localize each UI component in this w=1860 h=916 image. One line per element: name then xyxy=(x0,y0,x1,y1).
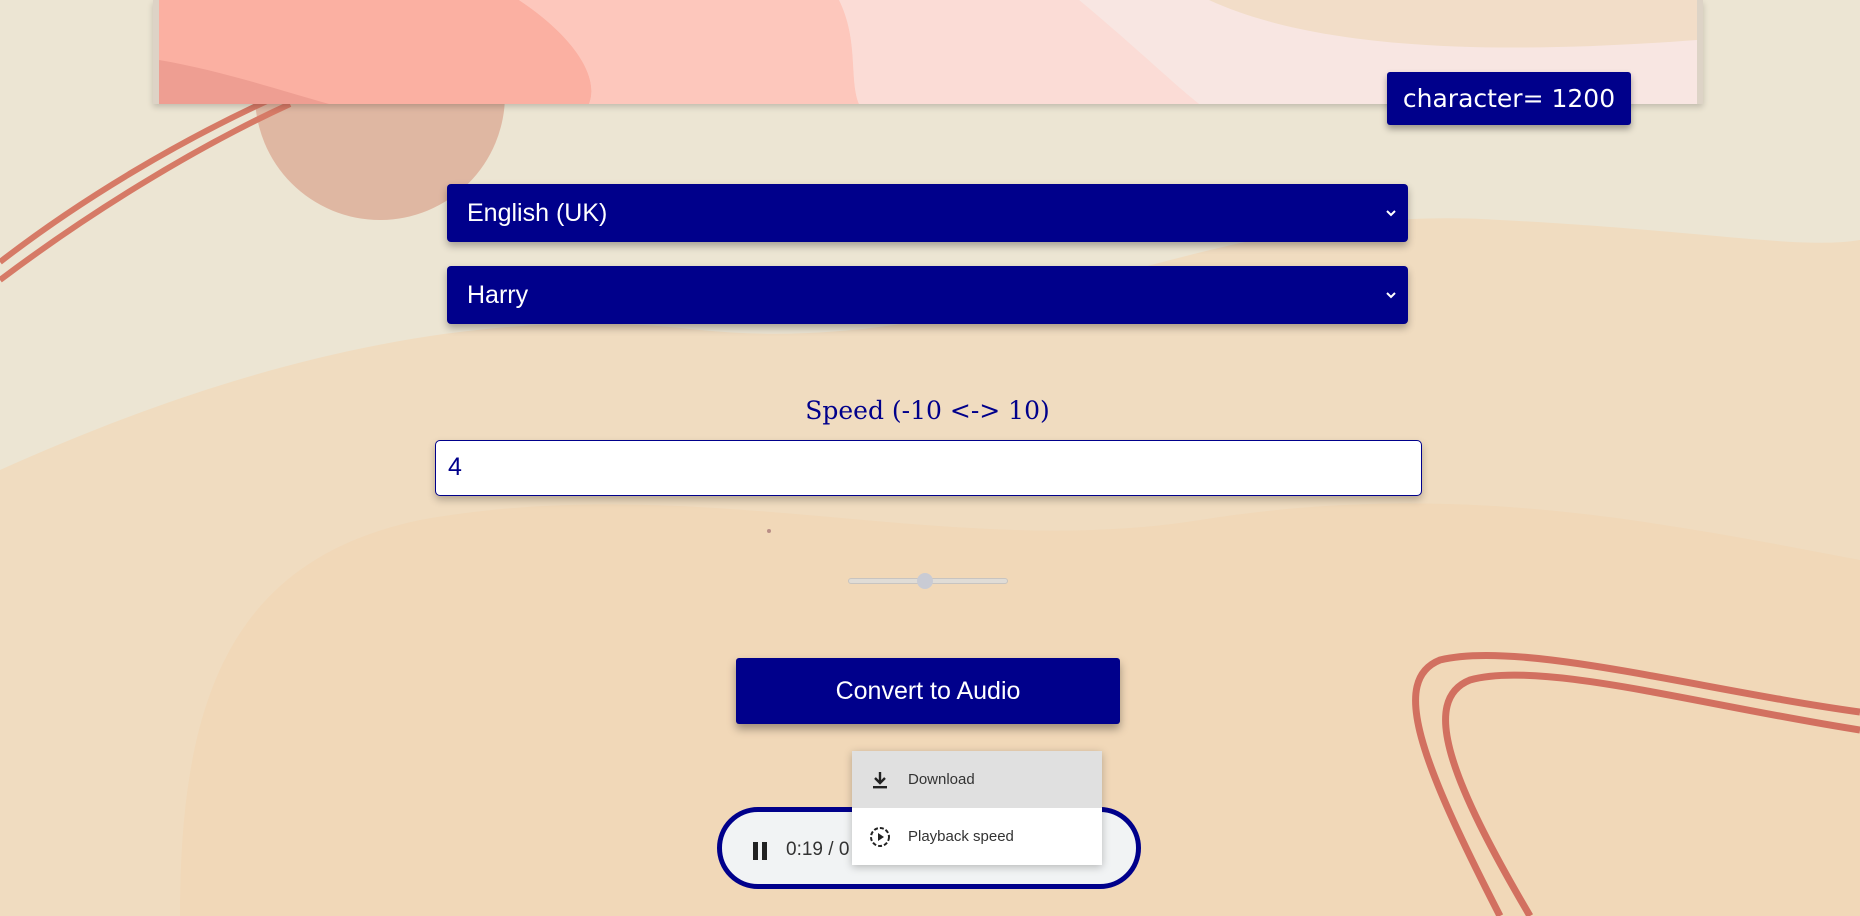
pause-icon[interactable] xyxy=(752,842,768,860)
decorative-dot xyxy=(767,529,771,533)
speed-label: Speed (-10 <-> 10) xyxy=(805,396,1050,425)
menu-item-playback-speed[interactable]: Playback speed xyxy=(852,808,1102,865)
speed-input[interactable]: 4 xyxy=(435,440,1422,496)
menu-item-label: Playback speed xyxy=(908,828,1014,845)
language-select[interactable]: English (UK) xyxy=(447,184,1408,242)
chevron-down-icon xyxy=(1386,292,1396,299)
convert-to-audio-button[interactable]: Convert to Audio xyxy=(736,658,1120,724)
menu-item-download[interactable]: Download xyxy=(852,751,1102,808)
playback-speed-icon xyxy=(870,826,890,847)
speed-slider[interactable] xyxy=(848,573,1008,589)
chevron-down-icon xyxy=(1386,210,1396,217)
language-select-value: English (UK) xyxy=(467,198,608,227)
audio-context-menu: Download Playback speed xyxy=(852,751,1102,865)
download-icon xyxy=(873,771,887,788)
slider-thumb[interactable] xyxy=(917,573,933,589)
voice-select[interactable]: Harry xyxy=(447,266,1408,324)
menu-item-label: Download xyxy=(908,771,975,788)
voice-select-value: Harry xyxy=(467,280,529,309)
character-count-badge: character= 1200 xyxy=(1387,72,1631,125)
playback-time: 0:19 / 0 xyxy=(786,839,850,860)
